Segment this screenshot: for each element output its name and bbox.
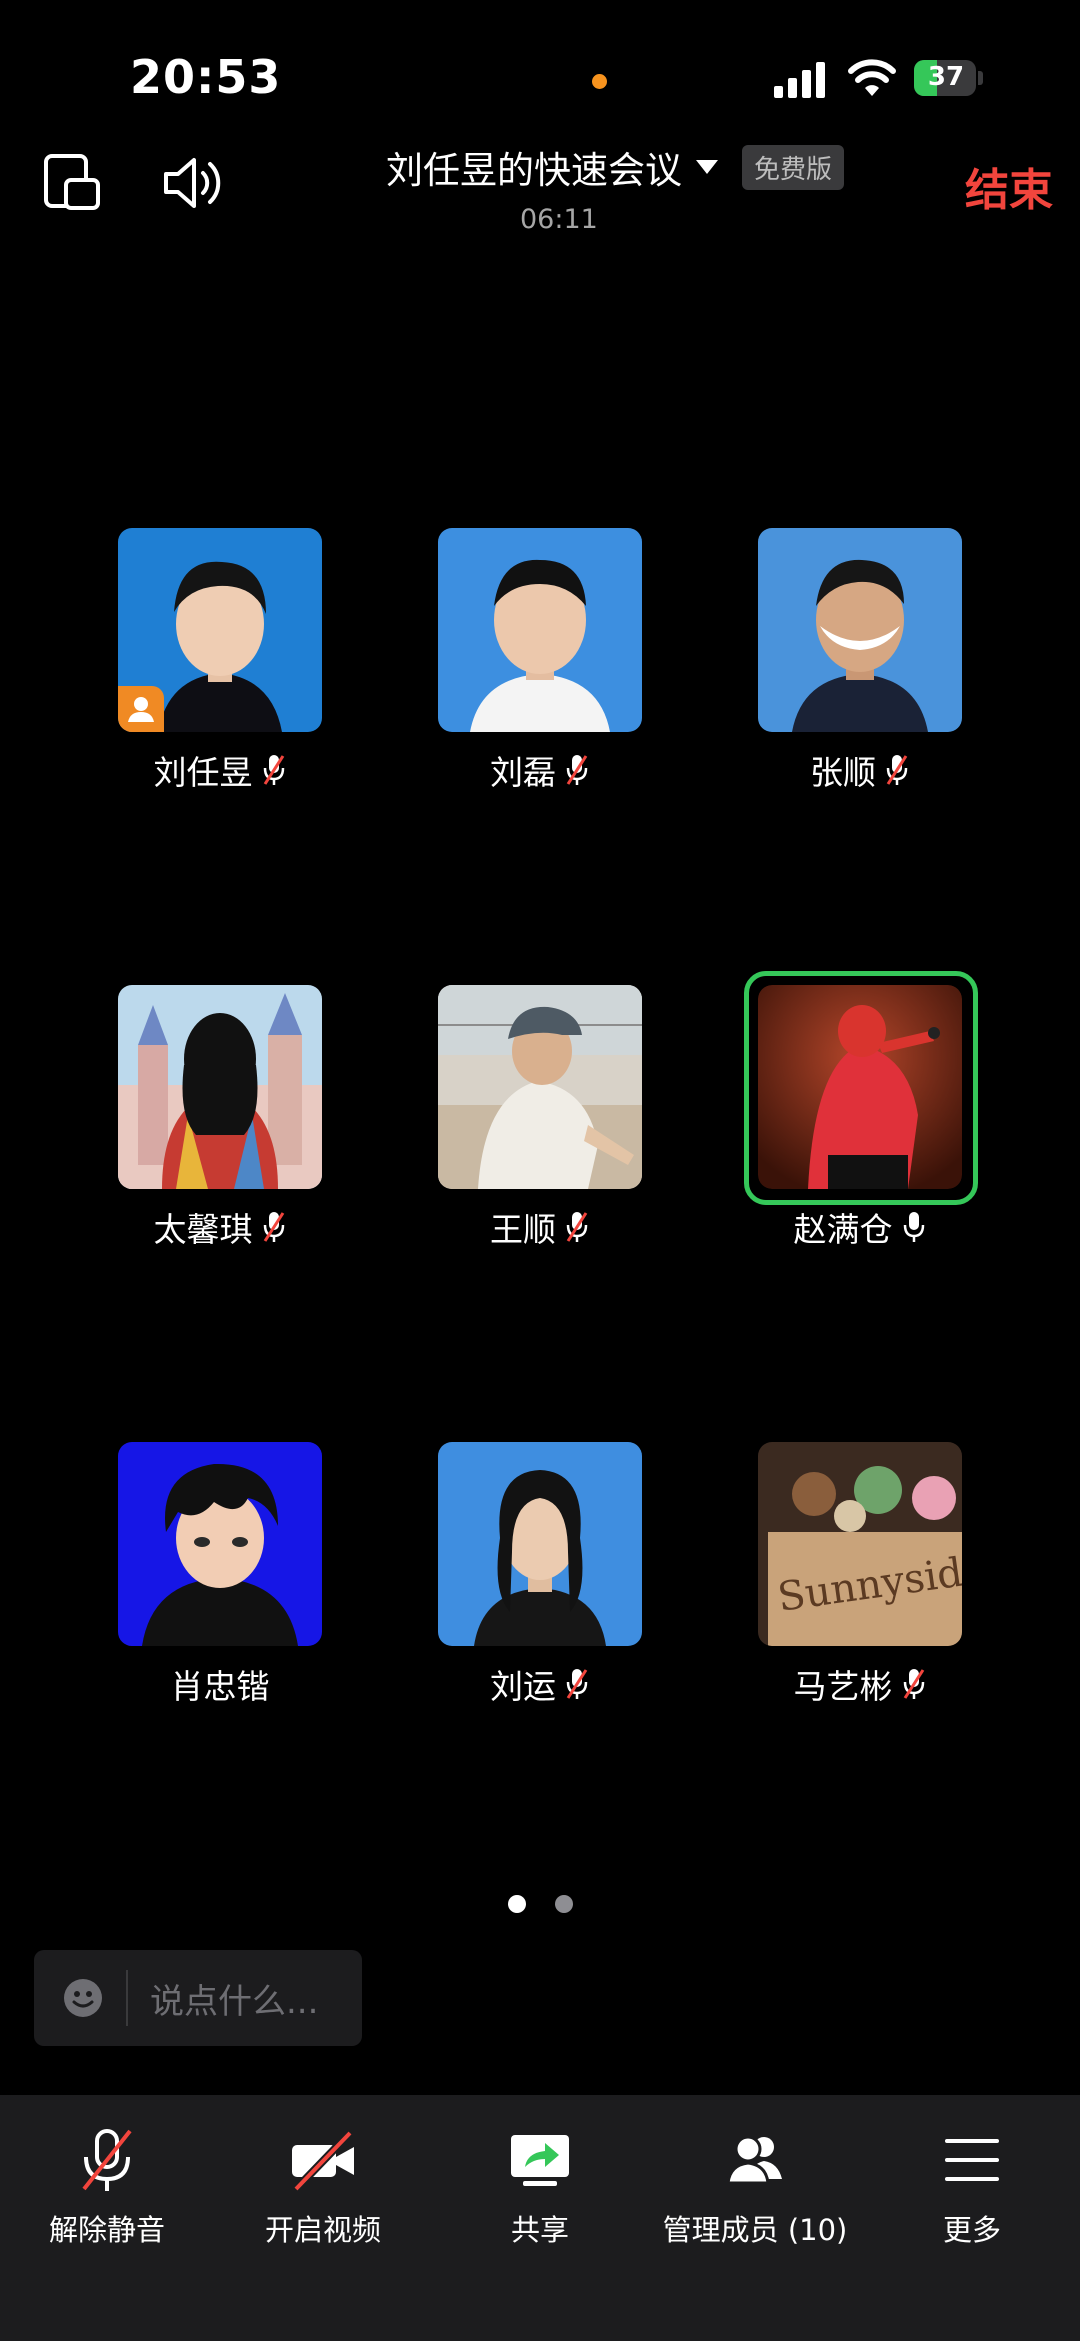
end-meeting-button[interactable]: 结束 (965, 154, 1053, 218)
floating-window-icon (44, 154, 100, 210)
video-off-icon (292, 2130, 354, 2192)
participant-tile[interactable]: 肖忠锴 (118, 1442, 322, 1708)
meeting-duration: 06:11 (520, 204, 598, 235)
cellular-signal-icon (774, 62, 825, 98)
participant-name: 赵满仓 (793, 1210, 893, 1249)
more-label: 更多 (942, 2213, 1001, 2247)
mic-muted-icon (903, 1669, 924, 1699)
status-time: 20:53 (130, 50, 282, 104)
plan-badge: 免费版 (742, 144, 845, 190)
participant-tile[interactable]: 王顺 (438, 985, 642, 1251)
avatar (758, 528, 962, 732)
privacy-indicator-dot (592, 74, 607, 89)
host-icon (128, 697, 154, 722)
participant-name: 太馨琪 (153, 1210, 253, 1249)
participant-name: 肖忠锴 (170, 1667, 270, 1706)
participant-name: 刘任昱 (153, 753, 253, 792)
mic-muted-icon (886, 755, 908, 785)
mic-on-icon (903, 1212, 924, 1242)
chat-placeholder: 说点什么... (150, 1981, 319, 2022)
start-video-label: 开启视频 (264, 2213, 381, 2247)
members-icon (726, 2135, 782, 2185)
mic-muted-icon (263, 1212, 284, 1242)
speaker-icon (164, 158, 221, 208)
participant-tile[interactable]: 刘任昱 (118, 528, 322, 794)
mic-muted-icon (82, 2129, 132, 2191)
participant-name: 张顺 (810, 753, 876, 792)
participant-name: 刘运 (490, 1667, 556, 1706)
participant-tile[interactable]: 太馨琪 (118, 985, 322, 1251)
unmute-button[interactable]: 解除静音 (7, 2125, 207, 2249)
meeting-title-dropdown[interactable]: 刘任昱的快速会议 免费版 (386, 140, 845, 194)
mic-muted-icon (566, 1212, 588, 1242)
participant-tile[interactable]: 张顺 (758, 528, 962, 794)
floating-window-button[interactable] (38, 148, 108, 218)
meeting-title: 刘任昱的快速会议 (386, 149, 682, 192)
manage-members-label: 管理成员 (10) (662, 2213, 848, 2247)
page-indicator-dot-active[interactable] (508, 1895, 526, 1913)
participant-name: 刘磊 (490, 753, 556, 792)
host-badge (118, 686, 164, 732)
start-video-button[interactable]: 开启视频 (223, 2125, 423, 2249)
speaking-indicator-ring (744, 971, 978, 1205)
chat-input[interactable]: 说点什么... (34, 1950, 362, 2046)
speaker-button[interactable] (158, 148, 228, 218)
more-button[interactable]: 更多 (872, 2125, 1072, 2249)
avatar (438, 528, 642, 732)
share-label: 共享 (510, 2213, 569, 2247)
avatar (438, 1442, 642, 1646)
avatar (118, 1442, 322, 1646)
menu-icon (945, 2139, 999, 2181)
avatar (118, 985, 322, 1189)
divider (126, 1970, 128, 2026)
battery-indicator: 37 (914, 58, 986, 100)
mic-muted-icon (263, 755, 284, 785)
screen-share-icon (511, 2135, 569, 2186)
page-indicator-dot[interactable] (555, 1895, 573, 1913)
avatar (118, 528, 322, 732)
mic-muted-icon (566, 1669, 588, 1699)
manage-members-button[interactable]: 管理成员 (10) (655, 2125, 855, 2249)
mic-muted-icon (566, 755, 588, 785)
avatar: Sunnyside (758, 1442, 962, 1646)
share-button[interactable]: 共享 (440, 2125, 640, 2249)
avatar (438, 985, 642, 1189)
participant-name: 马艺彬 (793, 1667, 893, 1706)
participant-name: 王顺 (490, 1210, 556, 1249)
unmute-label: 解除静音 (48, 2213, 165, 2247)
bottom-toolbar: 解除静音 开启视频 共享 管理成员 (10) 更多 (0, 2095, 1080, 2341)
avatar (744, 971, 978, 1205)
battery-percent: 37 (927, 62, 965, 92)
participant-tile[interactable]: Sunnyside 马艺彬 (758, 1442, 962, 1708)
emoji-icon[interactable] (62, 1977, 104, 2019)
chevron-down-icon (696, 160, 718, 174)
participant-tile[interactable]: 刘运 (438, 1442, 642, 1708)
participant-tile-speaking[interactable]: 赵满仓 (744, 971, 978, 1251)
wifi-icon (848, 59, 896, 96)
participant-tile[interactable]: 刘磊 (438, 528, 642, 794)
